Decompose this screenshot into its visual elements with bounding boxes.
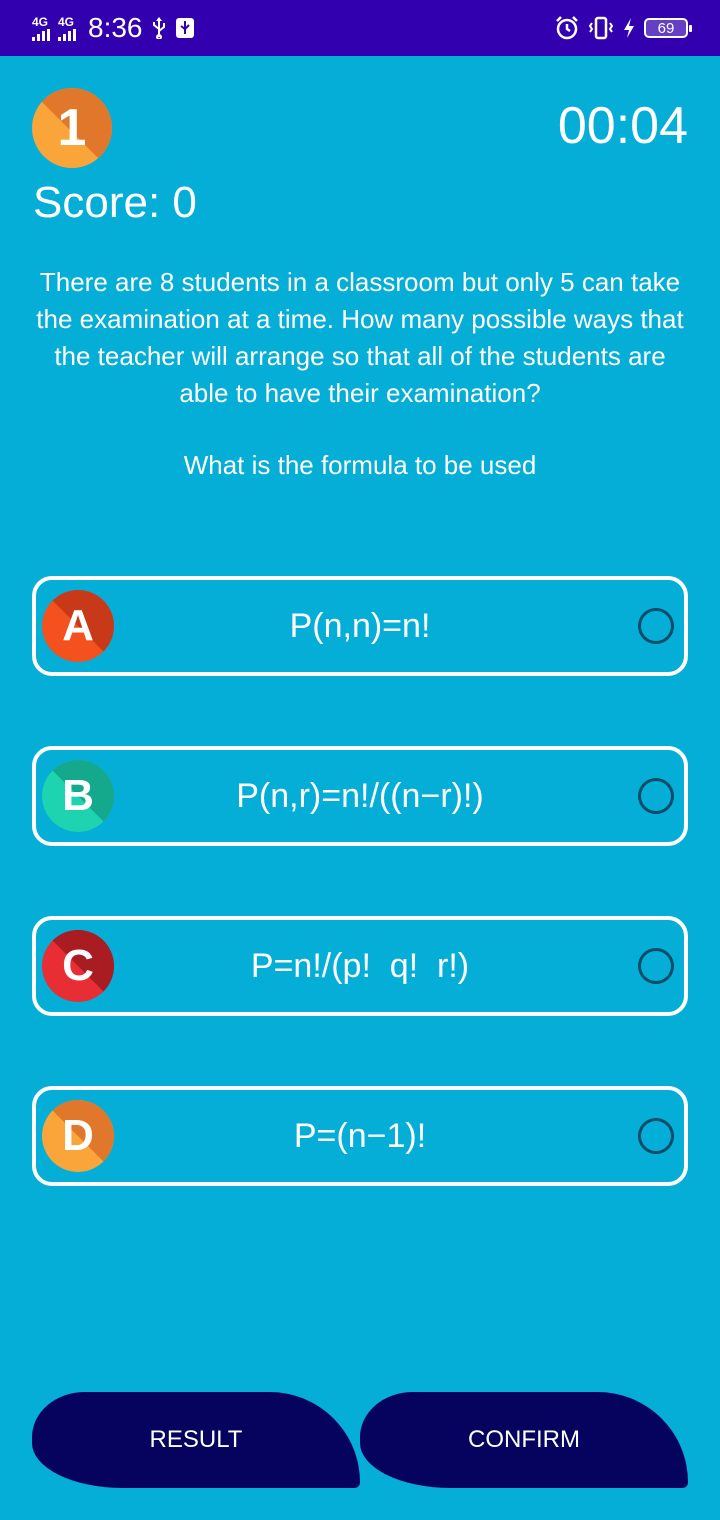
status-time: 8:36 <box>88 12 143 43</box>
status-bar: 4G 4G 8:36 69 <box>0 0 720 56</box>
option-d-badge: D <box>42 1100 114 1172</box>
usb-icon <box>151 17 167 39</box>
question-number-badge: 1 <box>32 88 112 168</box>
option-letter: B <box>62 771 94 820</box>
option-text: P=n!/(p! q! r!) <box>250 946 470 985</box>
option-b[interactable]: B P(n,r)=n!/((n−r)!) <box>32 746 688 846</box>
option-letter: D <box>62 1111 94 1160</box>
network-type-label: 4G <box>32 14 49 29</box>
option-c-badge: C <box>42 930 114 1002</box>
status-right: 69 <box>554 15 692 41</box>
network-indicator-1: 4G <box>32 16 50 41</box>
option-text: P=(n−1)! <box>293 1116 427 1155</box>
option-a-badge: A <box>42 590 114 662</box>
option-d[interactable]: D P=(n−1)! <box>32 1086 688 1186</box>
network-type-label: 4G <box>58 14 75 29</box>
signal-bars-icon <box>58 28 76 41</box>
option-letter: A <box>62 601 94 650</box>
usb-debug-icon <box>175 17 195 39</box>
option-b-radio[interactable] <box>638 778 674 814</box>
question-number: 1 <box>57 99 87 157</box>
alarm-icon <box>554 15 580 41</box>
confirm-button[interactable]: CONFIRM <box>360 1392 688 1488</box>
option-text: P(n,n)=n! <box>289 606 431 645</box>
status-left: 4G 4G 8:36 <box>32 12 195 44</box>
vibrate-icon <box>588 15 614 41</box>
option-text: P(n,r)=n!/((n−r)!) <box>236 776 484 815</box>
countdown-timer: 00:04 <box>557 97 688 155</box>
question-text: There are 8 students in a classroom but … <box>36 267 684 408</box>
option-d-radio[interactable] <box>638 1118 674 1154</box>
signal-bars-icon <box>32 28 50 41</box>
option-a-radio[interactable] <box>638 608 674 644</box>
charging-icon <box>622 17 636 39</box>
subquestion-text: What is the formula to be used <box>183 450 537 480</box>
option-letter: C <box>62 941 94 990</box>
result-button[interactable]: RESULT <box>32 1392 360 1488</box>
option-a[interactable]: A P(n,n)=n! <box>32 576 688 676</box>
battery-icon: 69 <box>644 18 692 38</box>
network-indicator-2: 4G <box>58 16 76 41</box>
score-label: Score: 0 <box>33 178 197 227</box>
option-b-badge: B <box>42 760 114 832</box>
option-c-radio[interactable] <box>638 948 674 984</box>
option-c[interactable]: C P=n!/(p! q! r!) <box>32 916 688 1016</box>
